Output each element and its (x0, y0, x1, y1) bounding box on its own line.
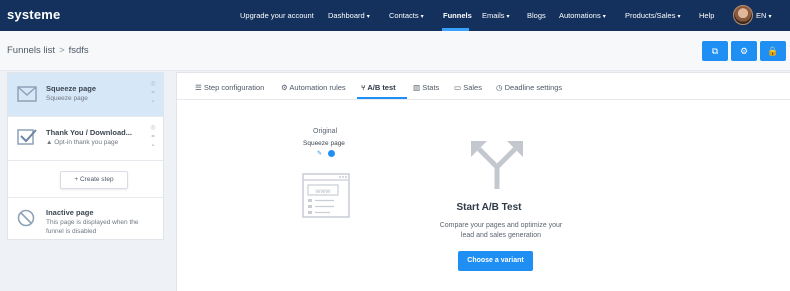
inactive-subtitle-line2: funnel is disabled (46, 228, 97, 235)
inactive-page-item[interactable]: Inactive page This page is displayed whe… (8, 197, 163, 240)
original-page-name: Squeeze page (303, 140, 345, 147)
language-selector[interactable]: EN ▾ (756, 11, 772, 20)
list-icon: ☰ (195, 83, 202, 92)
avatar[interactable] (733, 5, 753, 25)
nav-label: Products/Sales (625, 11, 676, 20)
settings-icon[interactable] (328, 150, 335, 157)
tab-label: Deadline settings (504, 83, 563, 92)
chevron-down-icon: ▾ (602, 14, 606, 20)
original-label: Original (313, 128, 338, 135)
link-icon[interactable]: ⚭ (149, 89, 157, 98)
language-label: EN (756, 11, 767, 20)
nav-label: Blogs (527, 11, 546, 20)
trash-icon[interactable]: ▪ (149, 98, 157, 107)
tab-deadline-settings[interactable]: ◷ Deadline settings (496, 83, 562, 92)
check-icon (17, 129, 37, 145)
breadcrumb: Funnels list > fsdfs (7, 45, 89, 56)
tab-label: Automation rules (289, 83, 346, 92)
nav-label: Help (699, 11, 715, 20)
chevron-down-icon: ▾ (366, 14, 370, 20)
tab-label: Step configuration (203, 83, 265, 92)
breadcrumb-parent[interactable]: Funnels list (7, 45, 55, 56)
svg-text:www: www (314, 188, 331, 195)
tab-sales[interactable]: ▭ Sales (454, 83, 482, 92)
step-actions: ◎ ⚭ ▪ (149, 124, 157, 151)
edit-icon[interactable]: ✎ (317, 150, 324, 157)
logo[interactable]: systeme (7, 7, 60, 22)
tab-automation-rules[interactable]: ⚙ Automation rules (281, 83, 346, 92)
nav-upgrade[interactable]: Upgrade your account (240, 11, 314, 20)
lock-icon: 🔒 (767, 46, 779, 56)
eye-icon[interactable]: ◎ (149, 124, 157, 133)
nav-automations[interactable]: Automations ▾ (559, 11, 606, 20)
nav-label: Contacts (389, 11, 419, 20)
nav-contacts[interactable]: Contacts ▾ (389, 11, 424, 20)
bar-chart-icon: ▥ (413, 83, 421, 92)
ab-test-description: Compare your pages and optimize your lea… (421, 221, 581, 241)
breadcrumb-separator: > (59, 45, 65, 56)
clock-icon: ◷ (496, 83, 503, 92)
funnel-steps-panel: Squeeze page Squeeze page ◎ ⚭ ▪ Thank Yo… (7, 72, 164, 240)
step-item-thank-you[interactable]: Thank You / Download... ▲ Opt-in thank y… (8, 117, 163, 161)
inactive-title: Inactive page (46, 208, 94, 217)
nav-label: Emails (482, 11, 505, 20)
trash-icon[interactable]: ▪ (149, 142, 157, 151)
ab-test-title: Start A/B Test (456, 202, 522, 213)
step-subtitle: Squeeze page (46, 95, 88, 102)
ab-test-description-line2: lead and sales generation (460, 232, 542, 239)
chevron-down-icon: ▾ (768, 14, 772, 20)
nav-funnels[interactable]: Funnels (443, 11, 472, 20)
ab-split-icon (471, 141, 523, 189)
main-panel: ☰ Step configuration ⚙ Automation rules … (176, 72, 790, 291)
external-link-icon: ⧉ (711, 46, 719, 56)
tab-stats[interactable]: ▥ Stats (413, 83, 439, 92)
open-funnel-button[interactable]: ⧉ (702, 41, 728, 61)
inactive-subtitle-line1: This page is displayed when the (46, 219, 139, 226)
nav-dashboard[interactable]: Dashboard ▾ (328, 11, 370, 20)
money-icon: ▭ (454, 83, 462, 92)
step-title: Thank You / Download... (46, 128, 132, 137)
lock-funnel-button[interactable]: 🔒 (760, 41, 786, 61)
choose-variant-button[interactable]: Choose a variant (458, 251, 533, 271)
tab-divider (177, 99, 790, 100)
tab-step-configuration[interactable]: ☰ Step configuration (195, 83, 264, 92)
mail-icon (17, 86, 37, 102)
step-item-squeeze-page[interactable]: Squeeze page Squeeze page ◎ ⚭ ▪ (8, 73, 163, 117)
step-actions: ◎ ⚭ ▪ (149, 80, 157, 107)
active-tab-indicator (357, 97, 407, 99)
nav-label: Automations (559, 11, 601, 20)
warning-icon: ▲ (46, 139, 53, 146)
disabled-icon (17, 209, 35, 227)
chevron-down-icon: ▾ (420, 14, 424, 20)
breadcrumb-bar: Funnels list > fsdfs ⧉ ⚙ 🔒 (0, 31, 790, 71)
nav-blogs[interactable]: Blogs (527, 11, 546, 20)
top-navbar: systeme Upgrade your account Dashboard ▾ … (0, 0, 790, 31)
ab-test-description-line1: Compare your pages and optimize your (439, 222, 563, 229)
link-icon[interactable]: ⚭ (149, 133, 157, 142)
tab-label: Stats (422, 83, 440, 92)
nav-label: Funnels (443, 11, 472, 20)
nav-label: Upgrade your account (240, 11, 314, 20)
gears-icon: ⚙ (281, 83, 288, 92)
breadcrumb-current: fsdfs (68, 45, 89, 56)
eye-icon[interactable]: ◎ (149, 80, 157, 89)
create-step-button[interactable]: + Create step (60, 171, 128, 189)
tab-label: Sales (463, 83, 482, 92)
funnel-settings-button[interactable]: ⚙ (731, 41, 757, 61)
step-subtitle: ▲ Opt-in thank you page (46, 139, 118, 146)
split-icon: ⑂ (361, 83, 366, 92)
tab-ab-test[interactable]: ⑂ A/B test (361, 83, 396, 92)
nav-label: Dashboard (328, 11, 365, 20)
settings-icon: ⚙ (739, 46, 749, 56)
step-title: Squeeze page (46, 84, 97, 93)
nav-emails[interactable]: Emails ▾ (482, 11, 510, 20)
step-subtitle-text: Opt-in thank you page (54, 139, 119, 146)
chevron-down-icon: ▾ (506, 14, 510, 20)
chevron-down-icon: ▾ (677, 14, 681, 20)
tab-label: A/B test (367, 83, 396, 92)
nav-products-sales[interactable]: Products/Sales ▾ (625, 11, 680, 20)
nav-help[interactable]: Help (699, 11, 714, 20)
